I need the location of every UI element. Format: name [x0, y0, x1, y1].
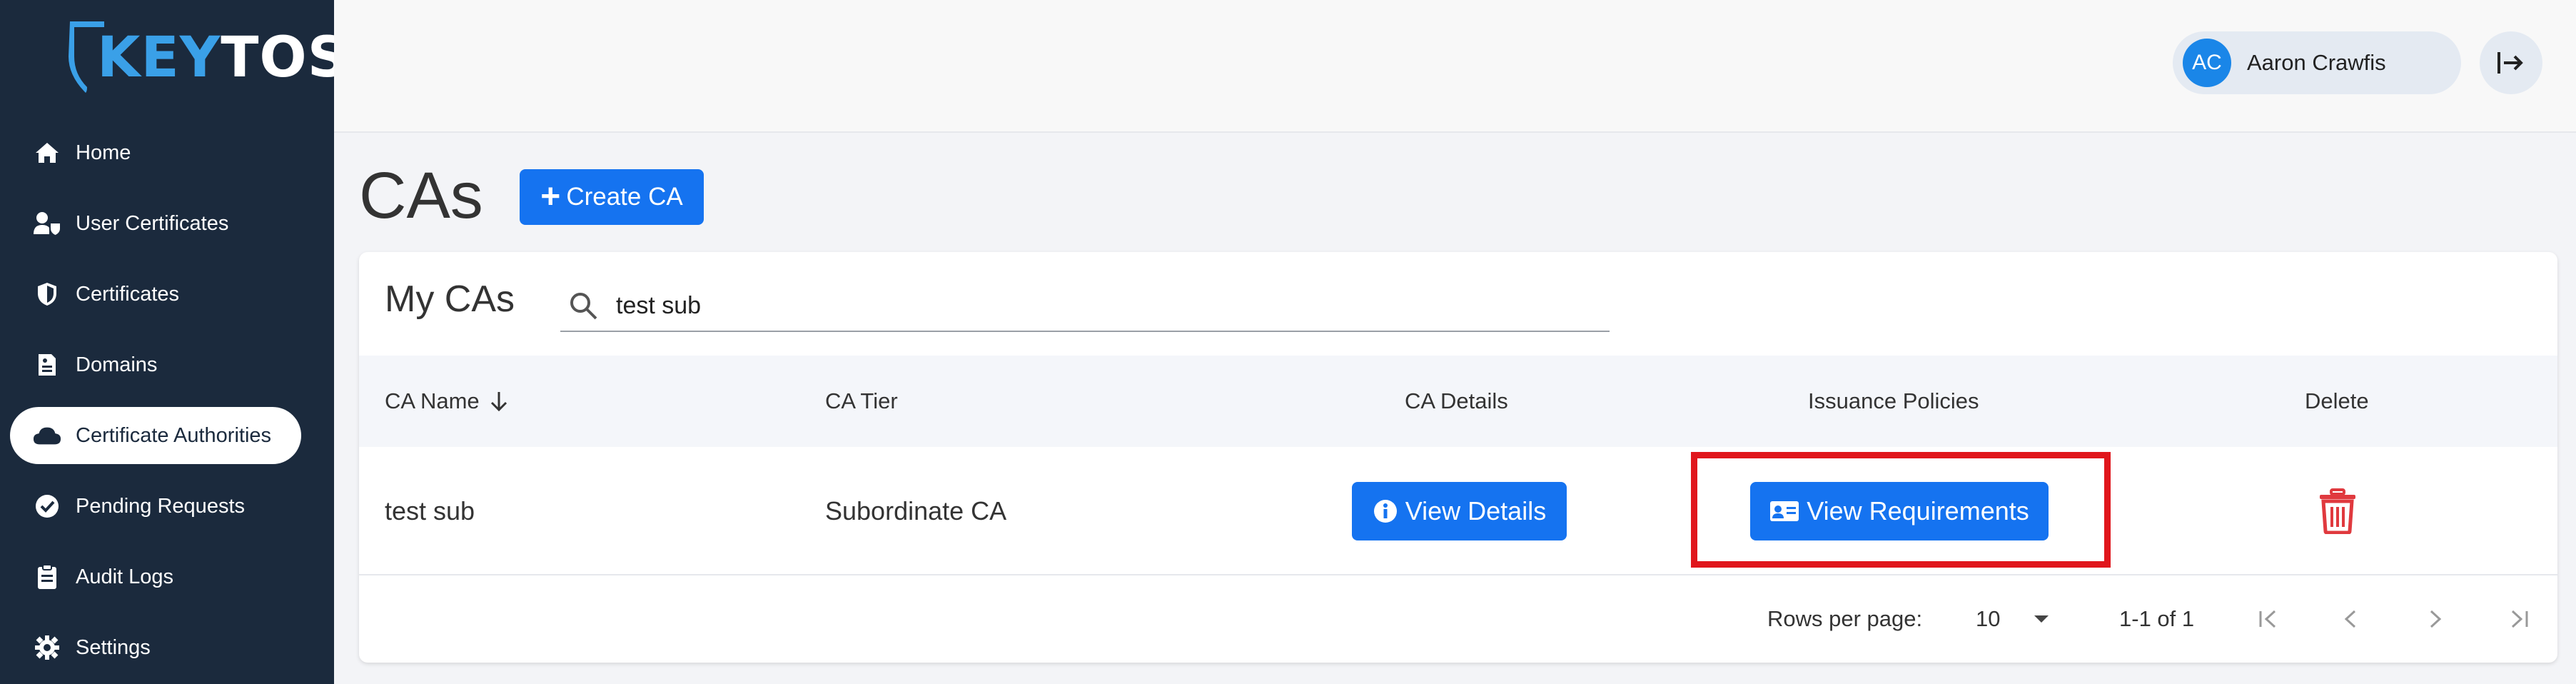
search-input[interactable]: test sub	[560, 281, 1610, 332]
sidebar-item-user-certificates[interactable]: User Certificates	[10, 195, 301, 252]
shield-icon	[33, 280, 61, 308]
sidebar-item-domains[interactable]: Domains	[10, 336, 301, 393]
rows-per-page-select[interactable]: 10	[1976, 575, 2061, 663]
home-icon	[33, 139, 61, 167]
sidebar-item-home[interactable]: Home	[10, 124, 301, 181]
caret-down-icon	[2034, 615, 2049, 623]
logo-text: KEYTOS	[97, 26, 348, 90]
user-name: Aaron Crawfis	[2247, 50, 2386, 75]
keytos-logo[interactable]: KEYTOS	[66, 17, 348, 96]
search-icon	[570, 293, 597, 320]
plus-icon: +	[540, 178, 561, 216]
sort-arrow-down-icon	[490, 392, 507, 412]
delete-button[interactable]	[2315, 488, 2360, 534]
info-icon	[1373, 500, 1397, 523]
cell-ca-tier: Subordinate CA	[825, 496, 1007, 525]
domain-icon	[33, 351, 61, 379]
user-menu[interactable]: AC Aaron Crawfis	[2173, 31, 2461, 94]
sidebar: KEYTOS Home User Certificates Certificat…	[0, 0, 348, 684]
logout-button[interactable]	[2480, 31, 2542, 94]
pagination: Rows per page: 10 1-1 of 1	[359, 575, 2557, 663]
cell-ca-name: test sub	[385, 496, 475, 525]
first-page-icon[interactable]	[2253, 603, 2284, 635]
gear-icon	[33, 633, 61, 662]
sidebar-item-audit-logs[interactable]: Audit Logs	[10, 548, 301, 605]
clipboard-icon	[33, 563, 61, 591]
last-page-icon[interactable]	[2503, 603, 2535, 635]
previous-page-icon[interactable]	[2335, 603, 2367, 635]
column-header-ca-tier: CA Tier	[825, 388, 898, 413]
column-header-delete: Delete	[2305, 388, 2369, 413]
column-header-ca-name[interactable]: CA Name	[385, 356, 510, 447]
card-title: My CAs	[385, 278, 515, 320]
sidebar-item-certificates[interactable]: Certificates	[10, 266, 301, 323]
view-details-button[interactable]: View Details	[1352, 482, 1567, 540]
search-value: test sub	[616, 291, 702, 319]
my-cas-card: My CAs test sub CA Name CA Tier CA Detai…	[359, 252, 2557, 663]
avatar: AC	[2183, 39, 2231, 87]
logout-icon	[2497, 52, 2523, 74]
check-circle-icon	[33, 492, 61, 520]
next-page-icon[interactable]	[2419, 603, 2450, 635]
page-title: CAs	[359, 159, 483, 232]
pagination-range: 1-1 of 1	[2119, 606, 2195, 631]
column-header-ca-details: CA Details	[1405, 388, 1508, 413]
trash-icon	[2320, 488, 2355, 534]
cloud-icon	[33, 421, 61, 450]
sidebar-item-settings[interactable]: Settings	[10, 619, 301, 676]
create-ca-button[interactable]: + Create CA	[520, 169, 704, 225]
table-row: test sub Subordinate CA View Details Vie…	[359, 447, 2557, 575]
sidebar-item-certificate-authorities[interactable]: Certificate Authorities	[10, 407, 301, 464]
sidebar-item-pending-requests[interactable]: Pending Requests	[10, 478, 301, 535]
column-header-issuance-policies: Issuance Policies	[1808, 388, 1979, 413]
rows-per-page-label: Rows per page:	[1767, 606, 1923, 631]
user-shield-icon	[33, 209, 61, 238]
highlight-annotation-box	[1691, 452, 2111, 568]
table-header: CA Name CA Tier CA Details Issuance Poli…	[359, 356, 2557, 447]
